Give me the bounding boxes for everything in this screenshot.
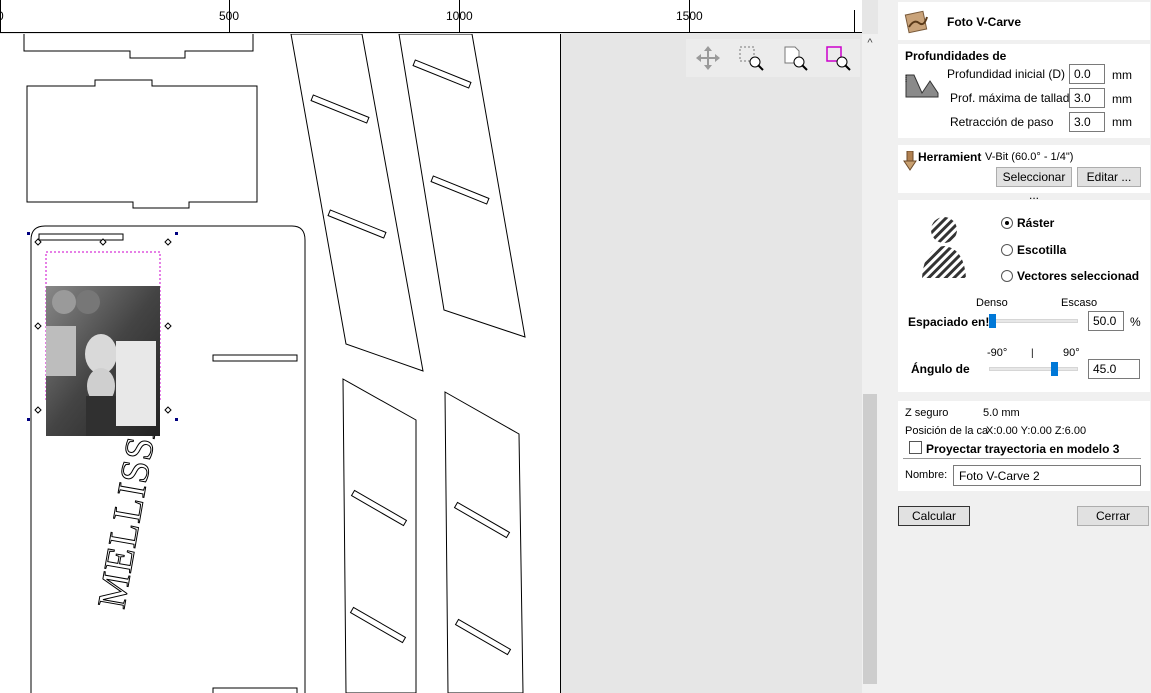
unit-label: mm <box>1112 92 1132 106</box>
home-position-label: Posición de la ca <box>905 425 989 437</box>
slot-shape <box>212 354 298 362</box>
strip-shape <box>290 34 424 372</box>
unit-label: mm <box>1112 68 1132 82</box>
safe-z-label: Z seguro <box>905 407 949 419</box>
chevron-up-icon[interactable]: ^ <box>862 34 878 52</box>
hatch-radio[interactable] <box>1001 244 1013 256</box>
zoom-selection-icon[interactable] <box>817 39 861 77</box>
vbit-tool-icon <box>903 151 917 171</box>
canvas-area[interactable]: 0 500 1000 1500 <box>0 0 878 693</box>
tool-label: Herramient <box>918 150 982 164</box>
output-section: Z seguro 5.0 mm Posición de la ca X:0.00… <box>898 401 1150 491</box>
angle-input[interactable] <box>1088 359 1140 379</box>
strip-shape <box>342 378 417 693</box>
raster-radio[interactable] <box>1001 217 1013 229</box>
slot-shape <box>412 59 472 89</box>
zoom-box-icon[interactable] <box>730 39 774 77</box>
slot-shape <box>349 606 407 644</box>
step-label: Retracción de paso <box>950 115 1054 129</box>
angle-slider-thumb[interactable] <box>1051 362 1058 376</box>
sparse-label: Escaso <box>1061 297 1098 309</box>
depth-diagram-icon <box>905 74 939 98</box>
project-toolpath-checkbox[interactable] <box>909 441 922 454</box>
raster-preview-icon <box>918 210 970 278</box>
view-toolbar <box>686 39 860 77</box>
vectors-radio[interactable] <box>1001 270 1013 282</box>
horizontal-ruler: 0 500 1000 1500 <box>0 0 862 33</box>
vertical-scrollbar[interactable]: ^ <box>862 34 878 693</box>
strip-shape <box>444 391 524 693</box>
scroll-thumb[interactable] <box>863 394 877 684</box>
tool-section: Herramient V-Bit (60.0° - 1/4") Seleccio… <box>898 145 1150 202</box>
slot-shape <box>327 209 387 239</box>
tool-name: V-Bit (60.0° - 1/4") <box>985 151 1074 163</box>
name-label: Nombre: <box>905 469 948 481</box>
slot-shape <box>453 501 511 539</box>
angle-min-label: -90° <box>987 347 1008 359</box>
panel-title: Foto V-Carve <box>947 15 1022 29</box>
slot-shape <box>212 687 298 693</box>
start-depth-label: Profundidad inicial (D) <box>947 67 1066 81</box>
slot-shape <box>350 489 408 527</box>
raster-label: Ráster <box>1017 216 1055 230</box>
max-depth-label: Prof. máxima de tallado <box>950 91 1077 105</box>
project-toolpath-label: Proyectar trayectoria en modelo 3 <box>926 442 1120 456</box>
angle-max-label: 90° <box>1063 347 1080 359</box>
strategy-section: Ráster Escotilla Vectores seleccionad De… <box>898 200 1150 392</box>
max-depth-input[interactable] <box>1069 88 1105 108</box>
slot-shape <box>310 94 370 124</box>
spacing-input[interactable] <box>1088 311 1124 331</box>
photo-image[interactable] <box>46 286 160 436</box>
hatch-label: Escotilla <box>1017 243 1067 257</box>
step-input[interactable] <box>1069 112 1105 132</box>
material-sheet[interactable]: MELLISSA <box>0 34 561 693</box>
depth-heading: Profundidades de <box>905 49 1007 63</box>
photo-vcarve-icon <box>904 10 928 34</box>
spacing-slider-thumb[interactable] <box>989 314 996 328</box>
select-tool-button[interactable]: Seleccionar ... <box>996 167 1072 202</box>
vector-shape <box>23 34 254 59</box>
move-icon[interactable] <box>686 39 730 77</box>
vectors-label: Vectores seleccionad <box>1017 269 1140 283</box>
slot-shape <box>38 233 124 241</box>
calculate-button[interactable]: Calcular <box>898 506 970 526</box>
start-depth-input[interactable] <box>1069 64 1105 84</box>
angle-slider-track[interactable] <box>989 367 1078 371</box>
percent-label: % <box>1130 315 1141 329</box>
dense-label: Denso <box>976 297 1008 309</box>
spacing-label: Espaciado en! <box>908 315 990 329</box>
close-button[interactable]: Cerrar <box>1077 506 1149 526</box>
unit-label: mm <box>1112 115 1132 129</box>
toolpath-panel: Foto V-Carve Profundidades de Profundida… <box>882 0 1151 693</box>
safe-z-value: 5.0 mm <box>983 407 1020 419</box>
depth-section: Profundidades de Profundidad inicial (D)… <box>898 44 1150 138</box>
spacing-slider-track[interactable] <box>990 319 1078 323</box>
edit-tool-button[interactable]: Editar ... <box>1077 167 1141 187</box>
vector-shape <box>26 79 258 209</box>
slot-shape <box>454 618 512 656</box>
panel-header: Foto V-Carve <box>898 2 1150 40</box>
home-position-value: X:0.00 Y:0.00 Z:6.00 <box>986 425 1087 437</box>
angle-label: Ángulo de <box>911 362 970 376</box>
strip-shape <box>398 34 526 338</box>
toolpath-name-input[interactable] <box>953 465 1141 486</box>
zoom-page-icon[interactable] <box>773 39 817 77</box>
slot-shape <box>430 175 490 205</box>
